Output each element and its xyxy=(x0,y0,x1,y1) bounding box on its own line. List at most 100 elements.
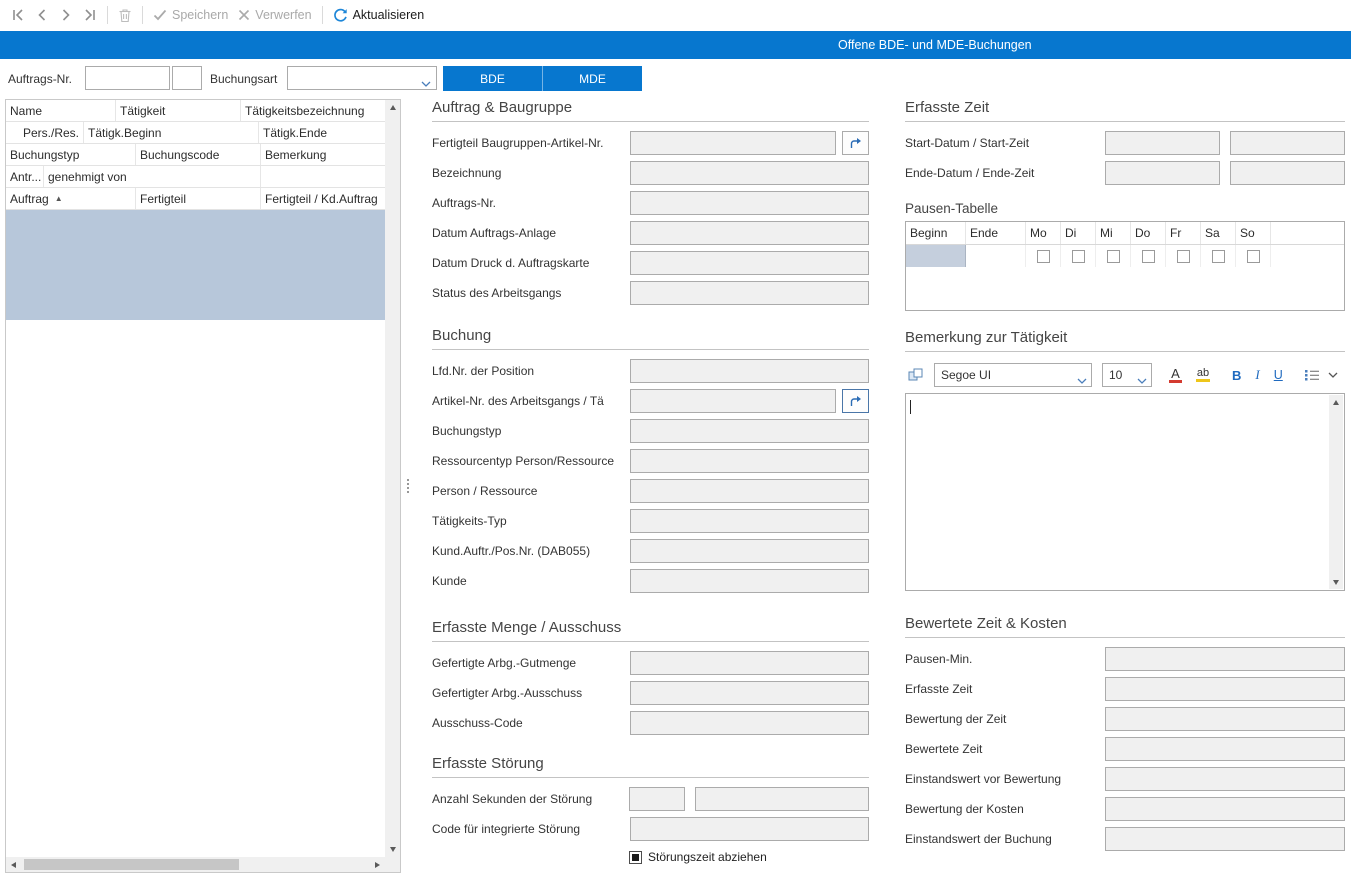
font-color-button[interactable]: A xyxy=(1166,363,1185,387)
selected-empty-row[interactable] xyxy=(6,210,385,320)
ausschuss-input[interactable] xyxy=(630,681,869,705)
save-button[interactable]: Speichern xyxy=(148,3,233,27)
lfd-nr-position-input[interactable] xyxy=(630,359,869,383)
gutmenge-input[interactable] xyxy=(630,651,869,675)
pausen-col-beginn[interactable]: Beginn xyxy=(906,222,966,244)
toolbar-overflow-button[interactable] xyxy=(1325,363,1341,387)
pausen-col-do[interactable]: Do xyxy=(1131,222,1166,244)
pausen-col-mo[interactable]: Mo xyxy=(1026,222,1061,244)
fertigteil-open-button[interactable] xyxy=(842,131,869,155)
buchungsart-select[interactable] xyxy=(287,66,437,90)
pausen-fr-checkbox[interactable] xyxy=(1177,250,1190,263)
status-arbeitsgang-input[interactable] xyxy=(630,281,869,305)
datum-auftrags-anlage-input[interactable] xyxy=(630,221,869,245)
next-record-button[interactable] xyxy=(54,3,78,27)
fertigteil-baugruppen-artikel-nr-input[interactable] xyxy=(630,131,836,155)
pausen-col-so[interactable]: So xyxy=(1236,222,1271,244)
grid-col-taetigk-beginn[interactable]: Tätigk.Beginn xyxy=(84,122,259,143)
grid-horizontal-scrollbar[interactable] xyxy=(6,857,385,872)
ressourcentyp-input[interactable] xyxy=(630,449,869,473)
grid-vertical-scrollbar[interactable] xyxy=(385,100,400,857)
highlight-button[interactable]: ab xyxy=(1193,363,1213,387)
erfasste-zeit-input[interactable] xyxy=(1105,677,1345,701)
pausen-so-checkbox[interactable] xyxy=(1247,250,1260,263)
pausen-col-di[interactable]: Di xyxy=(1061,222,1096,244)
grid-col-auftrag[interactable]: Auftrag ▲ xyxy=(6,188,136,209)
start-datum-input[interactable] xyxy=(1105,131,1220,155)
pausen-sa-checkbox[interactable] xyxy=(1212,250,1225,263)
bemerkung-textarea[interactable] xyxy=(905,393,1345,591)
scroll-up-button[interactable] xyxy=(1329,395,1343,409)
insert-field-button[interactable] xyxy=(905,363,928,387)
scroll-right-button[interactable] xyxy=(370,857,385,872)
code-integrierte-stoerung-input[interactable] xyxy=(630,817,869,841)
last-record-button[interactable] xyxy=(78,3,102,27)
pausen-ende-cell[interactable] xyxy=(966,245,1026,267)
pausen-col-ende[interactable]: Ende xyxy=(966,222,1026,244)
splitter-handle[interactable] xyxy=(404,477,412,499)
bezeichnung-input[interactable] xyxy=(630,161,869,185)
bewertete-zeit-input[interactable] xyxy=(1105,737,1345,761)
grid-col-buchungstyp[interactable]: Buchungstyp xyxy=(6,144,136,165)
pausen-min-input[interactable] xyxy=(1105,647,1345,671)
ende-datum-input[interactable] xyxy=(1105,161,1220,185)
scrollbar-thumb[interactable] xyxy=(24,859,239,870)
stoerung-dauer-input[interactable] xyxy=(695,787,869,811)
discard-button[interactable]: Verwerfen xyxy=(233,3,316,27)
pausen-mi-checkbox[interactable] xyxy=(1107,250,1120,263)
einstandswert-der-buchung-input[interactable] xyxy=(1105,827,1345,851)
delete-button[interactable] xyxy=(113,3,137,27)
previous-record-button[interactable] xyxy=(30,3,54,27)
pausen-col-mi[interactable]: Mi xyxy=(1096,222,1131,244)
grid-col-fertigteil-kdauftrag[interactable]: Fertigteil / Kd.Auftrag xyxy=(261,188,385,209)
grid-col-taetigkeit[interactable]: Tätigkeit xyxy=(116,100,241,121)
auftragsnr-suffix-input[interactable] xyxy=(172,66,202,90)
person-ressource-input[interactable] xyxy=(630,479,869,503)
bewertung-der-kosten-input[interactable] xyxy=(1105,797,1345,821)
stoerung-sekunden-input[interactable] xyxy=(629,787,685,811)
ende-zeit-input[interactable] xyxy=(1230,161,1345,185)
stoerungszeit-checkbox[interactable] xyxy=(629,851,642,864)
datum-druck-auftragskarte-input[interactable] xyxy=(630,251,869,275)
bewertung-der-zeit-input[interactable] xyxy=(1105,707,1345,731)
tab-bde[interactable]: BDE xyxy=(443,66,542,91)
grid-col-taetigk-ende[interactable]: Tätigk.Ende xyxy=(259,122,385,143)
pausen-di-checkbox[interactable] xyxy=(1072,250,1085,263)
grid-col-antrag[interactable]: Antr... xyxy=(6,166,44,187)
pausen-col-sa[interactable]: Sa xyxy=(1201,222,1236,244)
grid-col-genehmigt-von[interactable]: genehmigt von xyxy=(44,166,261,187)
pausen-do-checkbox[interactable] xyxy=(1142,250,1155,263)
kunde-input[interactable] xyxy=(630,569,869,593)
refresh-button[interactable]: Aktualisieren xyxy=(328,3,430,27)
grid-col-buchungscode[interactable]: Buchungscode xyxy=(136,144,261,165)
bold-button[interactable]: B xyxy=(1229,363,1244,387)
scroll-left-button[interactable] xyxy=(6,857,21,872)
grid-col-taetigkeitsbezeichnung[interactable]: Tätigkeitsbezeichnung xyxy=(241,100,385,121)
pausen-mo-checkbox[interactable] xyxy=(1037,250,1050,263)
artikel-nr-arbeitsgang-input[interactable] xyxy=(630,389,836,413)
taetigkeits-typ-input[interactable] xyxy=(630,509,869,533)
first-record-button[interactable] xyxy=(6,3,30,27)
tab-mde[interactable]: MDE xyxy=(542,66,642,91)
scroll-up-button[interactable] xyxy=(385,100,400,115)
scroll-down-button[interactable] xyxy=(385,842,400,857)
auftrags-nr-input[interactable] xyxy=(630,191,869,215)
buchungstyp-input[interactable] xyxy=(630,419,869,443)
auftragsnr-input[interactable] xyxy=(85,66,170,90)
textarea-vertical-scrollbar[interactable] xyxy=(1329,395,1343,589)
pausen-col-fr[interactable]: Fr xyxy=(1166,222,1201,244)
kund-auftr-pos-nr-input[interactable] xyxy=(630,539,869,563)
underline-button[interactable]: U xyxy=(1271,363,1286,387)
einstandswert-vor-bewertung-input[interactable] xyxy=(1105,767,1345,791)
font-family-select[interactable]: Segoe UI xyxy=(934,363,1092,387)
ausschuss-code-input[interactable] xyxy=(630,711,869,735)
start-zeit-input[interactable] xyxy=(1230,131,1345,155)
italic-button[interactable]: I xyxy=(1252,363,1262,387)
bullet-list-button[interactable] xyxy=(1302,363,1323,387)
scroll-down-button[interactable] xyxy=(1329,575,1343,589)
artikel-open-button[interactable] xyxy=(842,389,869,413)
grid-col-bemerkung[interactable]: Bemerkung xyxy=(261,144,385,165)
grid-col-pers-res[interactable]: Pers./Res. xyxy=(6,122,84,143)
grid-col-name[interactable]: Name xyxy=(6,100,116,121)
font-size-select[interactable]: 10 xyxy=(1102,363,1152,387)
